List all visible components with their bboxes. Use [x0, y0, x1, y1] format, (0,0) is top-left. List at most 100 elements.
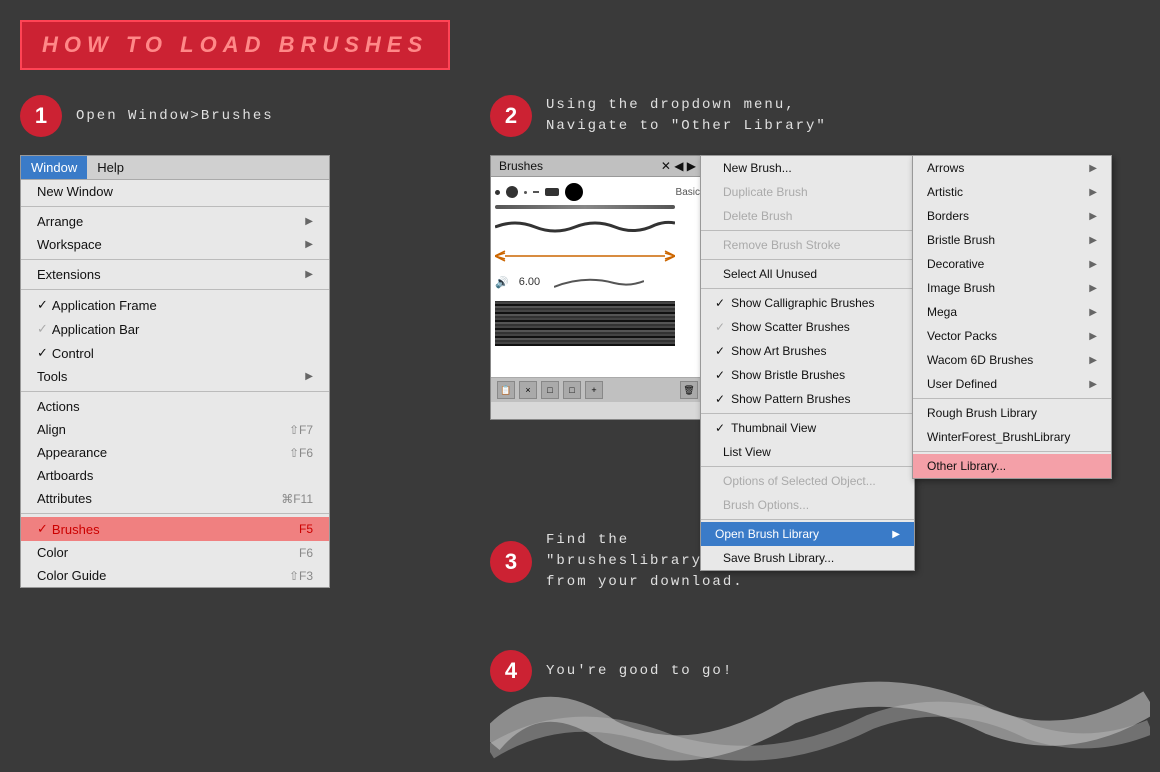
- dd-sep-5: [701, 466, 914, 467]
- dd-duplicate-brush: Duplicate Brush: [701, 180, 914, 204]
- menu-bar-window[interactable]: Window: [21, 156, 87, 179]
- menu-bar: Window Help: [21, 156, 329, 180]
- sub-sep-1: [913, 398, 1111, 399]
- menu-sep-3: [21, 289, 329, 290]
- sub-bristle[interactable]: Bristle Brush: [913, 228, 1111, 252]
- dd-brush-options: Brush Options...: [701, 493, 914, 517]
- brushes-panel-title: Brushes ✕ ◀ ▶: [491, 156, 704, 177]
- menu-color-guide[interactable]: Color Guide⇧F3: [21, 564, 329, 587]
- dd-new-brush[interactable]: New Brush...: [701, 156, 914, 180]
- menu-app-bar[interactable]: Application Bar: [21, 317, 329, 341]
- brush-preview: [490, 672, 1150, 772]
- menu-workspace[interactable]: Workspace: [21, 233, 329, 256]
- brush-dot-xs: [524, 191, 527, 194]
- step1-text: Open Window>Brushes: [76, 106, 274, 127]
- dd-open-library[interactable]: Open Brush Library: [701, 522, 914, 546]
- sub-rough-library[interactable]: Rough Brush Library: [913, 401, 1111, 425]
- brush-pattern: [495, 301, 675, 346]
- header-banner: HOW TO LOAD BRUSHES: [20, 20, 450, 70]
- sub-winterforest[interactable]: WinterForest_BrushLibrary: [913, 425, 1111, 449]
- menu-bar-help[interactable]: Help: [87, 156, 134, 179]
- menu-artboards[interactable]: Artboards: [21, 464, 329, 487]
- menu-new-window[interactable]: New Window: [21, 180, 329, 203]
- brush-row-4: [495, 243, 700, 269]
- header-title: HOW TO LOAD BRUSHES: [42, 32, 428, 57]
- brush-row-6: [495, 299, 700, 348]
- menu-sep-4: [21, 391, 329, 392]
- sub-vector-packs[interactable]: Vector Packs: [913, 324, 1111, 348]
- sub-mega[interactable]: Mega: [913, 300, 1111, 324]
- sub-other-library[interactable]: Other Library...: [913, 454, 1111, 478]
- dd-sep-1: [701, 230, 914, 231]
- dd-save-library[interactable]: Save Brush Library...: [701, 546, 914, 570]
- step2-text: Using the dropdown menu,Navigate to "Oth…: [546, 95, 827, 137]
- dd-sep-3: [701, 288, 914, 289]
- brush-dot-lg: [565, 183, 583, 201]
- brush-rect: [545, 188, 559, 196]
- menu-extensions[interactable]: Extensions: [21, 263, 329, 286]
- dd-sep-2: [701, 259, 914, 260]
- menu-control[interactable]: Control: [21, 341, 329, 365]
- step2-header: 2 Using the dropdown menu,Navigate to "O…: [490, 95, 827, 137]
- menu-sep-5: [21, 513, 329, 514]
- window-menu-panel: Window Help New Window Arrange Workspace…: [20, 155, 330, 588]
- brush-dot-med: [506, 186, 518, 198]
- brush-dot-sm: [495, 190, 500, 195]
- dd-show-calligraphic[interactable]: Show Calligraphic Brushes: [701, 291, 914, 315]
- sub-wacom[interactable]: Wacom 6D Brushes: [913, 348, 1111, 372]
- brush-row-3: [495, 215, 700, 237]
- sub-borders[interactable]: Borders: [913, 204, 1111, 228]
- brush-basic-label: Basic: [672, 187, 700, 198]
- sub-user-defined[interactable]: User Defined: [913, 372, 1111, 396]
- sub-decorative[interactable]: Decorative: [913, 252, 1111, 276]
- brush-row-1: Basic: [495, 181, 700, 203]
- sub-arrows[interactable]: Arrows: [913, 156, 1111, 180]
- menu-sep-1: [21, 206, 329, 207]
- brush-row-2: [495, 203, 700, 211]
- dd-delete-brush: Delete Brush: [701, 204, 914, 228]
- sub-image-brush[interactable]: Image Brush: [913, 276, 1111, 300]
- menu-attributes[interactable]: Attributes⌘F11: [21, 487, 329, 510]
- menu-color[interactable]: ColorF6: [21, 541, 329, 564]
- dd-sep-4: [701, 413, 914, 414]
- dd-select-unused[interactable]: Select All Unused: [701, 262, 914, 286]
- brush-dash: [533, 191, 539, 193]
- dd-show-bristle[interactable]: Show Bristle Brushes: [701, 363, 914, 387]
- sub-artistic[interactable]: Artistic: [913, 180, 1111, 204]
- brush-btn-new[interactable]: +: [585, 381, 603, 399]
- menu-brushes[interactable]: BrushesF5: [21, 517, 329, 541]
- dd-sep-6: [701, 519, 914, 520]
- dd-options-selected: Options of Selected Object...: [701, 469, 914, 493]
- dd-show-scatter[interactable]: Show Scatter Brushes: [701, 315, 914, 339]
- submenu-panel: Arrows Artistic Borders Bristle Brush De…: [912, 155, 1112, 479]
- brush-curve-svg: [554, 273, 644, 291]
- sub-sep-2: [913, 451, 1111, 452]
- menu-actions[interactable]: Actions: [21, 395, 329, 418]
- step1-circle: 1: [20, 95, 62, 137]
- menu-app-frame[interactable]: Application Frame: [21, 293, 329, 317]
- dd-thumbnail-view[interactable]: Thumbnail View: [701, 416, 914, 440]
- brush-stroke-svg: [495, 217, 675, 235]
- menu-align[interactable]: Align⇧F7: [21, 418, 329, 441]
- step1-header: 1 Open Window>Brushes: [20, 95, 274, 137]
- menu-appearance[interactable]: Appearance⇧F6: [21, 441, 329, 464]
- dropdown-menu: New Brush... Duplicate Brush Delete Brus…: [700, 155, 915, 571]
- step3-circle: 3: [490, 541, 532, 583]
- brush-btn-2[interactable]: ×: [519, 381, 537, 399]
- menu-arrange[interactable]: Arrange: [21, 210, 329, 233]
- brush-stroke-1: [495, 205, 675, 209]
- brushes-content: Basic 🔊 6.00: [491, 177, 704, 377]
- dd-show-art[interactable]: Show Art Brushes: [701, 339, 914, 363]
- brush-row-5: 🔊 6.00: [495, 271, 700, 293]
- brush-btn-delete[interactable]: 🗑: [680, 381, 698, 399]
- brushes-panel: Brushes ✕ ◀ ▶ Basic: [490, 155, 705, 420]
- menu-tools[interactable]: Tools: [21, 365, 329, 388]
- dd-remove-stroke: Remove Brush Stroke: [701, 233, 914, 257]
- dd-list-view[interactable]: List View: [701, 440, 914, 464]
- brush-btn-1[interactable]: 📋: [497, 381, 515, 399]
- brush-arrows-svg: [495, 245, 675, 267]
- step2-circle: 2: [490, 95, 532, 137]
- brush-btn-4[interactable]: □: [563, 381, 581, 399]
- dd-show-pattern[interactable]: Show Pattern Brushes: [701, 387, 914, 411]
- brush-btn-3[interactable]: □: [541, 381, 559, 399]
